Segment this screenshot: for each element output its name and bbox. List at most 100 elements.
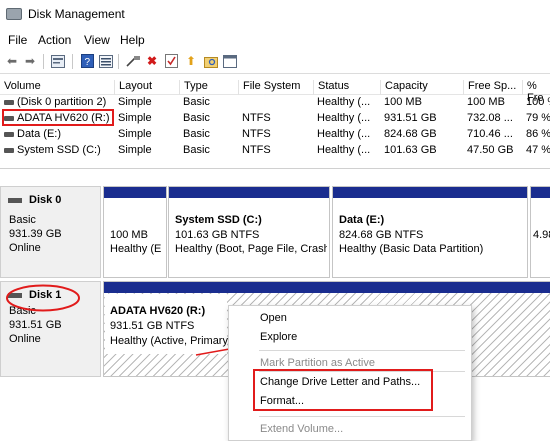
disk-icon — [8, 198, 22, 203]
annotation-highlight-box — [2, 109, 114, 126]
disk-name: Disk 0 — [29, 194, 62, 206]
partition-bar — [531, 187, 550, 198]
partition-title: Data (E:) — [339, 214, 385, 226]
partition-bar — [333, 187, 527, 198]
pane-splitter[interactable] — [0, 168, 550, 182]
table-row[interactable]: System SSD (C:) Simple Basic NTFS Health… — [0, 143, 550, 159]
toolbar: ⬅ ➡ ? ✖ ⬆ — [0, 50, 550, 74]
menu-file[interactable]: File — [8, 33, 27, 47]
back-icon[interactable]: ⬅ — [4, 53, 20, 69]
col-percent-free[interactable]: % Fre — [522, 80, 550, 104]
forward-icon[interactable]: ➡ — [22, 53, 38, 69]
partition-size: 4.98 — [533, 229, 550, 241]
delete-icon[interactable]: ✖ — [144, 53, 160, 69]
help-book-icon[interactable]: ? — [79, 53, 95, 69]
list-view-icon[interactable] — [98, 53, 114, 69]
cell-status: Healthy (... — [317, 144, 371, 156]
col-capacity[interactable]: Capacity — [380, 80, 428, 95]
volume-table-header: Volume Layout Type File System Status Ca… — [0, 78, 550, 104]
cell-layout: Simple — [118, 128, 152, 140]
cell-capacity: 931.51 GB — [384, 112, 437, 124]
menu-item-open[interactable]: Open — [260, 312, 287, 324]
cell-layout: Simple — [118, 96, 152, 108]
partition-status: Healthy (Boot, Page File, Crash — [175, 243, 327, 255]
partition-disk0-tail[interactable]: 4.98 — [530, 186, 550, 278]
disk-0-label[interactable]: Disk 0 Basic 931.39 GB Online — [0, 186, 101, 278]
menu-action[interactable]: Action — [38, 33, 71, 47]
partition-size: 931.51 GB NTFS — [110, 320, 195, 332]
col-status[interactable]: Status — [313, 80, 349, 95]
cell-percent-free: 47 % — [526, 144, 550, 156]
cell-free-space: 710.46 ... — [467, 128, 513, 140]
cell-file-system: NTFS — [242, 128, 271, 140]
menu-help[interactable]: Help — [120, 33, 145, 47]
cell-capacity: 101.63 GB — [384, 144, 437, 156]
cell-capacity: 824.68 GB — [384, 128, 437, 140]
disk-management-app-icon — [6, 8, 22, 20]
cell-percent-free: 86 % — [526, 128, 550, 140]
partition-title: System SSD (C:) — [175, 214, 262, 226]
partition-size: 100 MB — [110, 229, 148, 241]
partition-data-e[interactable]: Data (E:) 824.68 GB NTFS Healthy (Basic … — [332, 186, 528, 278]
volume-icon — [4, 148, 14, 153]
col-volume[interactable]: Volume — [0, 80, 41, 95]
menu-view[interactable]: View — [84, 33, 110, 47]
cell-layout: Simple — [118, 112, 152, 124]
partition-disk0-p2[interactable]: 100 MB Healthy (E — [103, 186, 167, 278]
cell-type: Basic — [183, 96, 210, 108]
menu-item-extend-volume: Extend Volume... — [260, 423, 344, 435]
connect-icon[interactable] — [125, 53, 141, 69]
col-type[interactable]: Type — [179, 80, 208, 95]
annotation-ellipse — [6, 284, 80, 312]
cell-volume: (Disk 0 partition 2) — [17, 96, 107, 108]
cell-file-system: NTFS — [242, 144, 271, 156]
cell-free-space: 47.50 GB — [467, 144, 514, 156]
menu-bar: File Action View Help — [0, 30, 550, 50]
menu-item-mark-active: Mark Partition as Active — [260, 357, 375, 369]
properties-pane-icon[interactable] — [50, 53, 66, 69]
context-menu: Open Explore Mark Partition as Active Ch… — [228, 305, 472, 441]
menu-separator — [259, 416, 465, 417]
window-title: Disk Management — [28, 7, 125, 21]
col-file-system[interactable]: File System — [238, 80, 300, 95]
partition-bar — [104, 187, 166, 198]
search-folder-icon[interactable] — [203, 53, 219, 69]
svg-text:?: ? — [84, 57, 90, 68]
partition-system-ssd[interactable]: System SSD (C:) 101.63 GB NTFS Healthy (… — [168, 186, 330, 278]
cell-status: Healthy (... — [317, 112, 371, 124]
disk-status: Online — [9, 333, 41, 345]
window-icon[interactable] — [222, 53, 238, 69]
partition-size: 101.63 GB NTFS — [175, 229, 260, 241]
title-bar: Disk Management — [0, 0, 550, 28]
cell-file-system: NTFS — [242, 112, 271, 124]
cell-type: Basic — [183, 128, 210, 140]
table-row[interactable]: Data (E:) Simple Basic NTFS Healthy (...… — [0, 127, 550, 143]
partition-title: ADATA HV620 (R:) — [110, 305, 206, 317]
cell-free-space: 100 MB — [467, 96, 505, 108]
partition-size: 824.68 GB NTFS — [339, 229, 424, 241]
partition-bar — [104, 282, 550, 293]
menu-separator — [259, 350, 465, 351]
col-layout[interactable]: Layout — [114, 80, 152, 95]
cell-volume: System SSD (C:) — [17, 144, 101, 156]
cell-percent-free: 79 % — [526, 112, 550, 124]
col-free-space[interactable]: Free Sp... — [463, 80, 516, 95]
menu-item-explore[interactable]: Explore — [260, 331, 297, 343]
cell-type: Basic — [183, 112, 210, 124]
cell-status: Healthy (... — [317, 96, 371, 108]
cell-layout: Simple — [118, 144, 152, 156]
cell-status: Healthy (... — [317, 128, 371, 140]
cell-free-space: 732.08 ... — [467, 112, 513, 124]
folder-up-icon[interactable]: ⬆ — [183, 53, 199, 69]
partition-bar — [169, 187, 329, 198]
annotation-highlight-box — [253, 369, 433, 411]
cell-percent-free: 100 % — [526, 96, 550, 108]
disk-size: 931.39 GB — [9, 228, 62, 240]
volume-icon — [4, 132, 14, 137]
checklist-icon[interactable] — [163, 53, 179, 69]
cell-volume: Data (E:) — [17, 128, 62, 140]
cell-type: Basic — [183, 144, 210, 156]
disk-type: Basic — [9, 214, 36, 226]
cell-capacity: 100 MB — [384, 96, 422, 108]
disk-status: Online — [9, 242, 41, 254]
